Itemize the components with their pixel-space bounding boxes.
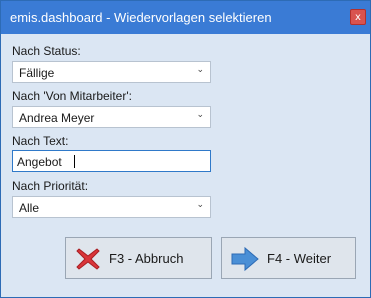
priority-value: Alle (19, 201, 40, 215)
arrow-right-icon (230, 245, 260, 278)
status-value: Fällige (19, 66, 55, 80)
priority-label: Nach Priorität: (12, 179, 89, 193)
chevron-down-icon: ⌄ (196, 200, 204, 210)
cancel-button[interactable]: F3 - Abbruch (65, 237, 212, 279)
text-label: Nach Text: (12, 134, 69, 148)
status-label: Nach Status: (12, 44, 81, 58)
status-dropdown[interactable]: Fällige ⌄ (12, 61, 211, 83)
chevron-down-icon: ⌄ (196, 65, 204, 75)
priority-dropdown[interactable]: Alle ⌄ (12, 196, 211, 218)
title-bar[interactable]: emis.dashboard - Wiedervorlagen selektie… (1, 1, 370, 34)
window-title: emis.dashboard - Wiedervorlagen selektie… (10, 10, 272, 25)
text-search-input[interactable]: Angebot (12, 150, 211, 172)
employee-label: Nach 'Von Mitarbeiter': (12, 89, 132, 103)
cancel-button-label: F3 - Abbruch (109, 251, 184, 266)
close-button[interactable]: x (350, 9, 366, 25)
employee-value: Andrea Meyer (19, 111, 95, 125)
text-search-value: Angebot (17, 155, 62, 169)
text-caret (74, 155, 75, 168)
next-button[interactable]: F4 - Weiter (221, 237, 356, 279)
dialog-window: emis.dashboard - Wiedervorlagen selektie… (0, 0, 371, 298)
next-button-label: F4 - Weiter (267, 251, 332, 266)
red-x-icon (74, 245, 102, 278)
employee-dropdown[interactable]: Andrea Meyer ⌄ (12, 106, 211, 128)
chevron-down-icon: ⌄ (196, 110, 204, 120)
